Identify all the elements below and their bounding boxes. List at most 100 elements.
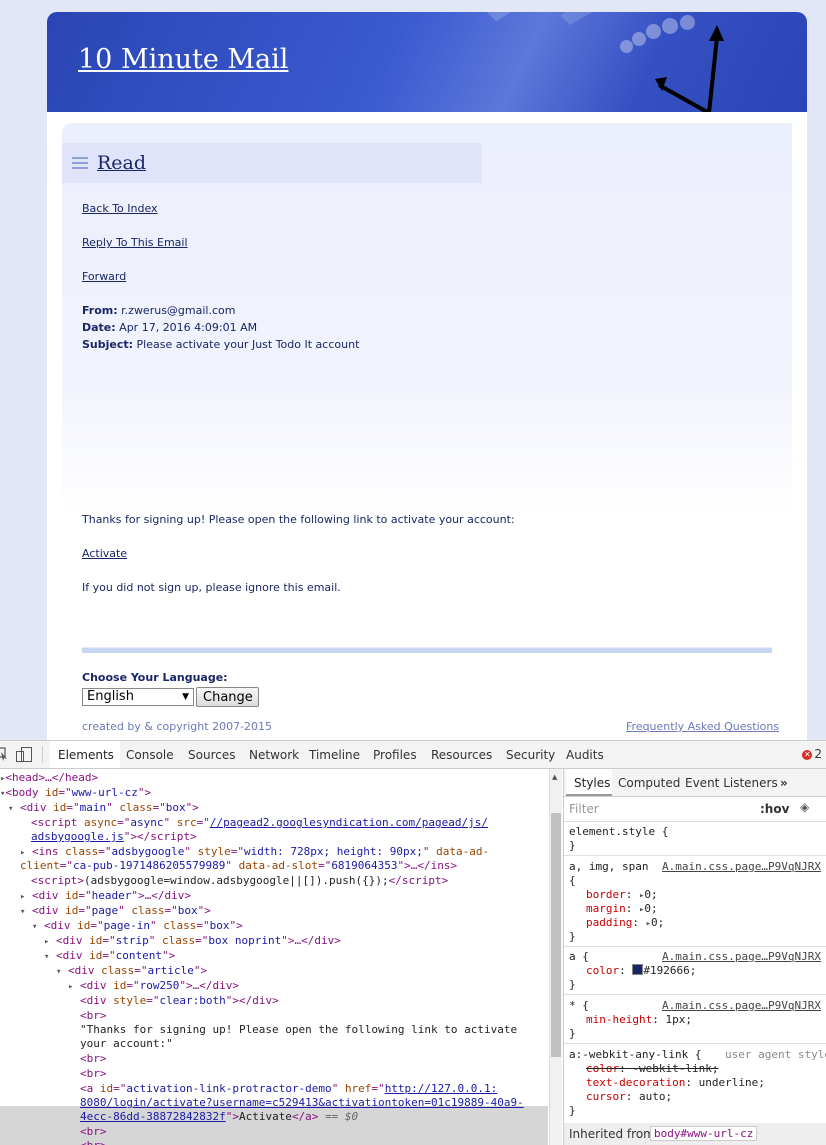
content-divider <box>82 647 772 653</box>
change-language-button[interactable]: Change <box>196 687 259 707</box>
dom-node-head[interactable]: ▸<head>…</head> <box>0 771 98 786</box>
anchor-href-link[interactable]: 4ecc-86dd-38872842832f <box>80 1110 226 1123</box>
forward-link[interactable]: Forward <box>82 270 126 283</box>
dom-node-main[interactable]: ▾ <div id="main" class="box"> <box>8 801 199 816</box>
webpage-area: 10 Minute Mail Read Back To Index Reply … <box>0 0 826 740</box>
tab-computed[interactable]: Computed <box>618 776 680 790</box>
rule-close-brace: } <box>569 978 576 991</box>
dom-node-br[interactable]: <br> <box>80 1009 107 1023</box>
rule-open-brace: { <box>569 874 576 887</box>
property-name: text-decoration <box>586 1076 686 1089</box>
tab-audits[interactable]: Audits <box>566 748 604 762</box>
style-property[interactable]: cursor: auto; <box>586 1090 672 1104</box>
dom-node-ins-cont[interactable]: client="ca-pub-1971486205579989" data-ad… <box>20 859 457 873</box>
tab-event-listeners[interactable]: Event Listeners <box>685 776 778 790</box>
attr-value: content <box>115 949 163 962</box>
tab-console[interactable]: Console <box>126 748 174 762</box>
inspect-element-icon[interactable] <box>0 747 8 761</box>
anchor-href-link[interactable]: 8080/login/activate?username=c529413&act… <box>80 1096 524 1109</box>
style-property[interactable]: margin: ▸0; <box>586 902 658 917</box>
activate-link[interactable]: Activate <box>82 547 127 560</box>
dom-node-row250[interactable]: ▸ <div id="row250">…</div> <box>68 979 239 994</box>
styles-filter-input[interactable]: Filter <box>569 802 599 816</box>
style-property[interactable]: border: ▸0; <box>586 888 658 903</box>
dom-node-anchor[interactable]: <a id="activation-link-protractor-demo" … <box>80 1082 497 1096</box>
new-rule-icon[interactable]: ◈ <box>800 800 809 814</box>
dom-node-content[interactable]: ▾ <div id="content"> <box>44 949 175 964</box>
tab-styles[interactable]: Styles <box>574 776 610 790</box>
attr-value: strip <box>115 934 149 947</box>
style-property[interactable]: text-decoration: underline; <box>586 1076 765 1090</box>
rule1-selector[interactable]: a, img, span <box>569 860 648 874</box>
dom-node-page[interactable]: ▾ <div id="page" class="box"> <box>20 904 211 919</box>
dom-node-page-in[interactable]: ▾ <div id="page-in" class="box"> <box>32 919 243 934</box>
dom-node-header[interactable]: ▸ <div id="header">…</div> <box>20 889 191 904</box>
scroll-up-arrow-icon[interactable]: ▲ <box>552 773 557 781</box>
dom-node-br[interactable]: <br> <box>80 1052 107 1066</box>
dom-node-ins[interactable]: ▸ <ins class="adsbygoogle" style="width:… <box>20 845 489 860</box>
faq-link[interactable]: Frequently Asked Questions <box>626 720 779 733</box>
property-name: color <box>586 1062 620 1075</box>
head-tag: <head>…</head> <box>5 771 99 784</box>
subject-label: Subject: <box>82 338 134 351</box>
tab-network[interactable]: Network <box>249 748 299 762</box>
dom-node-push-script[interactable]: <script>(adsbygoogle=window.adsbygoogle|… <box>31 874 448 888</box>
dom-node-script[interactable]: <script async="async" src="//pagead2.goo… <box>31 816 488 830</box>
date-label: Date: <box>82 321 116 334</box>
dom-node-br[interactable]: <br> <box>80 1125 107 1139</box>
property-name: padding <box>586 916 633 929</box>
tab-profiles[interactable]: Profiles <box>373 748 417 762</box>
script-src-link[interactable]: adsbygoogle.js <box>31 830 124 843</box>
dom-scrollbar-thumb[interactable] <box>551 813 561 1057</box>
dropdown-arrow-icon: ▼ <box>182 692 189 702</box>
more-tabs-icon[interactable]: » <box>780 776 788 790</box>
hover-state-toggle[interactable]: :hov <box>760 802 789 816</box>
anchor-href-link[interactable]: http://127.0.0.1: <box>385 1082 498 1095</box>
rule3-source-link[interactable]: A.main.css.page…P9VqNJRX <box>662 999 821 1013</box>
dom-node-article[interactable]: ▾ <div class="article"> <box>56 964 207 979</box>
logo-dot <box>632 32 646 46</box>
script-src-link[interactable]: //pagead2.googlesyndication.com/pagead/j… <box>210 816 488 829</box>
style-property[interactable]: color: #192666; <box>586 964 696 978</box>
error-counter[interactable]: ✕ 2 <box>802 747 822 761</box>
section-title-link[interactable]: Read <box>97 152 146 174</box>
toolbar-separator <box>42 746 43 763</box>
dom-node-br[interactable]: <br> <box>80 1139 107 1145</box>
tab-resources[interactable]: Resources <box>431 748 492 762</box>
rule-separator <box>564 1043 826 1044</box>
rule3-selector[interactable]: * { <box>569 999 589 1013</box>
color-swatch-icon[interactable] <box>632 964 644 975</box>
rule2-source-link[interactable]: A.main.css.page…P9VqNJRX <box>662 950 821 964</box>
reply-link[interactable]: Reply To This Email <box>82 236 188 249</box>
element-style-rule[interactable]: element.style { <box>569 825 668 839</box>
rule1-source-link[interactable]: A.main.css.page…P9VqNJRX <box>662 860 821 874</box>
language-select[interactable]: English ▼ <box>82 688 194 706</box>
dom-node-anchor-cont[interactable]: 4ecc-86dd-38872842832f">Activate</a> == … <box>80 1110 358 1124</box>
rule4-selector[interactable]: a:-webkit-any-link { <box>569 1048 701 1062</box>
style-property[interactable]: padding: ▸0; <box>586 916 664 931</box>
tab-elements[interactable]: Elements <box>58 748 114 762</box>
dom-node-script-cont[interactable]: adsbygoogle.js"></script> <box>31 830 197 844</box>
dom-node-anchor-cont[interactable]: 8080/login/activate?username=c529413&act… <box>80 1096 524 1110</box>
tab-security[interactable]: Security <box>506 748 555 762</box>
dom-node-clear[interactable]: <div style="clear:both"></div> <box>80 994 279 1008</box>
attr-value: 6819064353 <box>331 859 398 872</box>
attr-value: ca-pub-1971486205579989 <box>73 859 226 872</box>
dom-scrollbar[interactable]: ▲ <box>549 769 562 1145</box>
rule2-selector[interactable]: a { <box>569 950 589 964</box>
dom-node-strip[interactable]: ▸ <div id="strip" class="box noprint">…<… <box>44 934 341 949</box>
site-title-link[interactable]: 10 Minute Mail <box>78 44 288 75</box>
style-property-overridden[interactable]: color: -webkit-link; <box>586 1062 718 1076</box>
style-property[interactable]: min-height: 1px; <box>586 1013 692 1027</box>
dom-tree: ▸<head>…</head> ▾<body id="www-url-cz"> … <box>0 769 548 1145</box>
tab-timeline[interactable]: Timeline <box>309 748 360 762</box>
inherited-element-chip[interactable]: body#www-url-cz <box>650 1126 758 1141</box>
dom-text-node-cont[interactable]: your account:" <box>80 1037 173 1051</box>
property-value: 0; <box>644 902 658 915</box>
device-mode-icon[interactable] <box>16 747 32 762</box>
tab-sources[interactable]: Sources <box>188 748 235 762</box>
dom-node-br[interactable]: <br> <box>80 1067 107 1081</box>
dom-node-body[interactable]: ▾<body id="www-url-cz"> <box>0 786 151 801</box>
back-to-index-link[interactable]: Back To Index <box>82 202 158 215</box>
dom-text-node[interactable]: "Thanks for signing up! Please open the … <box>80 1023 517 1037</box>
